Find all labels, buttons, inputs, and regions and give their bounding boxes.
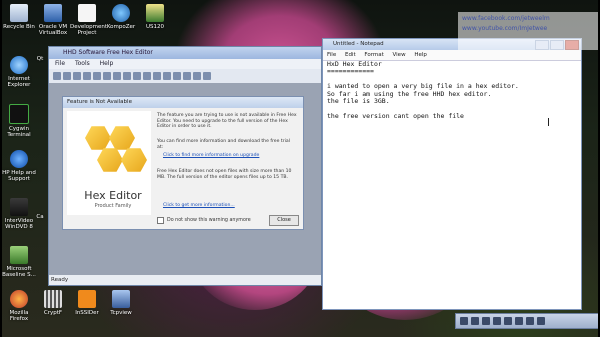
youtube-link[interactable]: www.youtube.com/ImJetwee (462, 24, 600, 34)
recycle-bin-icon (10, 4, 28, 22)
open-file-icon[interactable] (63, 72, 71, 80)
checkbox-box[interactable] (157, 217, 164, 224)
hex-editor-toolbar (49, 69, 321, 84)
tray-app-icon[interactable] (515, 317, 523, 325)
firefox-icon (10, 290, 28, 308)
status-bar: Ready (49, 275, 321, 285)
tray-app-icon[interactable] (493, 317, 501, 325)
find-icon[interactable] (133, 72, 141, 80)
hex-editor-titlebar[interactable]: HHD Software Free Hex Editor (49, 47, 321, 59)
desktop-icon-tcpview[interactable]: Tcpview (104, 290, 138, 316)
tray-app-icon[interactable] (537, 317, 545, 325)
tray-app-icon[interactable] (526, 317, 534, 325)
internet-explorer-icon (10, 56, 28, 74)
replace-icon[interactable] (143, 72, 151, 80)
document-icon (78, 4, 96, 22)
cygwin-icon (9, 104, 29, 124)
product-family: Product Family (94, 203, 132, 209)
hp-icon (10, 150, 28, 168)
social-links-overlay: www.facebook.com/jetweelm www.youtube.co… (458, 12, 600, 50)
virtualbox-icon (44, 4, 62, 22)
desktop-icon-kompozer[interactable]: KompoZer (104, 4, 138, 30)
dialog-message-trial: You can find more information and downlo… (157, 139, 290, 150)
menu-help[interactable]: Help (100, 60, 114, 67)
upgrade-link[interactable]: Click to find more information on upgrad… (163, 153, 259, 158)
product-name: Hex Editor (84, 189, 142, 202)
cryptf-icon (44, 290, 62, 308)
tray-app-icon[interactable] (460, 317, 468, 325)
desktop-icon-firefox[interactable]: Mozilla Firefox (2, 290, 36, 322)
tray-app-icon[interactable] (504, 317, 512, 325)
tcpview-icon (112, 290, 130, 308)
dialog-titlebar[interactable]: Feature is Not Available (63, 97, 303, 108)
system-tray (455, 313, 600, 329)
honeycomb-icon (109, 126, 135, 150)
tray-app-icon[interactable] (471, 317, 479, 325)
honeycomb-icon (85, 126, 111, 150)
desktop-icon-microsoft-baseline[interactable]: Microsoft Baseline S... (2, 246, 36, 278)
more-info-link[interactable]: Click to get more information... (163, 203, 235, 208)
desktop-icon-development-project[interactable]: Development Project (70, 4, 107, 36)
new-file-icon[interactable] (53, 72, 61, 80)
kompozer-icon (112, 4, 130, 22)
close-button[interactable]: Close (269, 215, 299, 226)
dialog-message-limit: Free Hex Editor does not open files with… (157, 169, 292, 180)
us120-icon (146, 4, 164, 22)
menu-edit[interactable]: Edit (345, 52, 356, 58)
disk-icon[interactable] (183, 72, 191, 80)
feature-not-available-dialog[interactable]: Feature is Not Available Hex Editor Prod… (62, 96, 304, 230)
honeycomb-icon (121, 148, 147, 172)
process-icon[interactable] (203, 72, 211, 80)
cut-icon[interactable] (83, 72, 91, 80)
letterbox-bar (0, 0, 2, 337)
undo-icon[interactable] (113, 72, 121, 80)
desktop: Recycle Bin Oracle VM VirtualBox Develop… (0, 0, 600, 337)
dialog-message: The feature you are trying to use is not… (157, 113, 297, 130)
text-cursor-icon (548, 118, 553, 126)
paste-icon[interactable] (103, 72, 111, 80)
goto-icon[interactable] (153, 72, 161, 80)
hex-icon[interactable] (173, 72, 181, 80)
desktop-icon-recycle-bin[interactable]: Recycle Bin (2, 4, 36, 30)
baseline-icon (10, 246, 28, 264)
desktop-icon-us120[interactable]: US120 (138, 4, 172, 30)
inssider-icon (78, 290, 96, 308)
desktop-icon-qt[interactable]: Qt (30, 56, 50, 62)
desktop-icon-virtualbox[interactable]: Oracle VM VirtualBox (36, 4, 70, 36)
hex-editor-menubar: File Tools Help (49, 59, 321, 69)
tray-app-icon[interactable] (482, 317, 490, 325)
menu-view[interactable]: View (393, 52, 406, 58)
desktop-icon-cryptf[interactable]: CryptF (36, 290, 70, 316)
desktop-icon-inssider[interactable]: InSSIDer (70, 290, 104, 316)
hex-editor-logo-panel: Hex Editor Product Family (67, 111, 151, 215)
menu-file[interactable]: File (55, 60, 65, 67)
desktop-icon-ca[interactable]: Ca (30, 214, 50, 220)
dont-show-checkbox[interactable]: Do not show this warning anymore (157, 217, 251, 224)
notepad-text-area[interactable]: HxD Hex Editor ============ i wanted to … (327, 60, 519, 120)
honeycomb-icon (97, 148, 123, 172)
memory-icon[interactable] (193, 72, 201, 80)
notepad-window[interactable]: Untitled - Notepad File Edit Format View… (322, 38, 582, 310)
windvd-icon (10, 198, 28, 216)
menu-help[interactable]: Help (414, 52, 427, 58)
desktop-icon-cygwin[interactable]: Cygwin Terminal (2, 104, 36, 138)
settings-icon[interactable] (163, 72, 171, 80)
menu-file[interactable]: File (327, 52, 336, 58)
facebook-link[interactable]: www.facebook.com/jetweelm (462, 14, 600, 24)
redo-icon[interactable] (123, 72, 131, 80)
menu-format[interactable]: Format (364, 52, 383, 58)
desktop-icon-hp-help[interactable]: HP Help and Support (2, 150, 36, 182)
menu-tools[interactable]: Tools (75, 60, 90, 67)
copy-icon[interactable] (93, 72, 101, 80)
save-icon[interactable] (73, 72, 81, 80)
